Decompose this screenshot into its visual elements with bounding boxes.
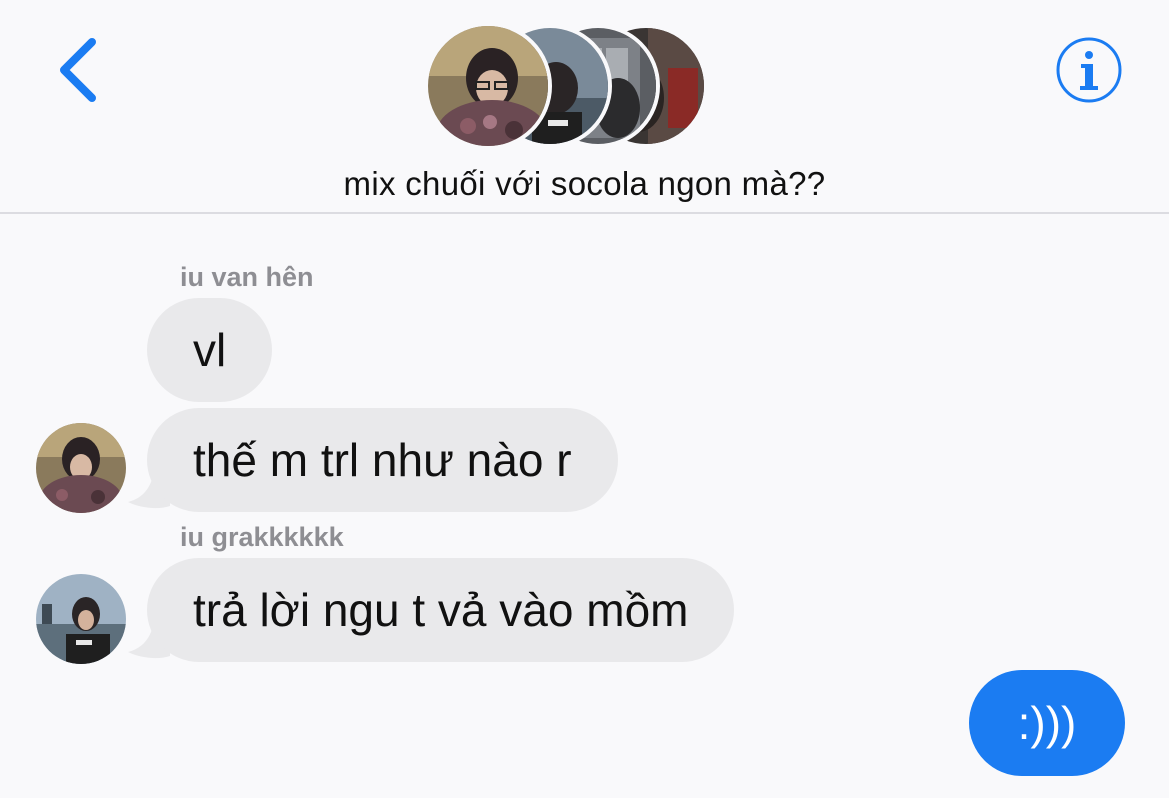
chat-screen: mix chuối với socola ngon mà?? iu van hê…: [0, 0, 1169, 798]
group-avatar-stack[interactable]: [0, 0, 1169, 160]
info-circle-icon: [1056, 37, 1122, 103]
message-bubble-incoming[interactable]: thế m trl như nào r: [147, 408, 618, 512]
chat-header: mix chuối với socola ngon mà??: [0, 0, 1169, 214]
group-member-avatar-1: [424, 22, 552, 150]
sender-avatar[interactable]: [36, 423, 126, 513]
sender-name: iu van hên: [180, 262, 314, 292]
info-button[interactable]: [1055, 36, 1123, 104]
sender-name: iu grakkkkkk: [180, 522, 344, 552]
message-bubble-incoming[interactable]: trả lời ngu t vả vào mồm: [147, 558, 735, 662]
sender-avatar[interactable]: [36, 574, 126, 664]
group-title[interactable]: mix chuối với socola ngon mà??: [0, 165, 1169, 203]
message-bubble-incoming[interactable]: vl: [147, 298, 273, 402]
message-bubble-outgoing[interactable]: :))): [969, 670, 1125, 776]
